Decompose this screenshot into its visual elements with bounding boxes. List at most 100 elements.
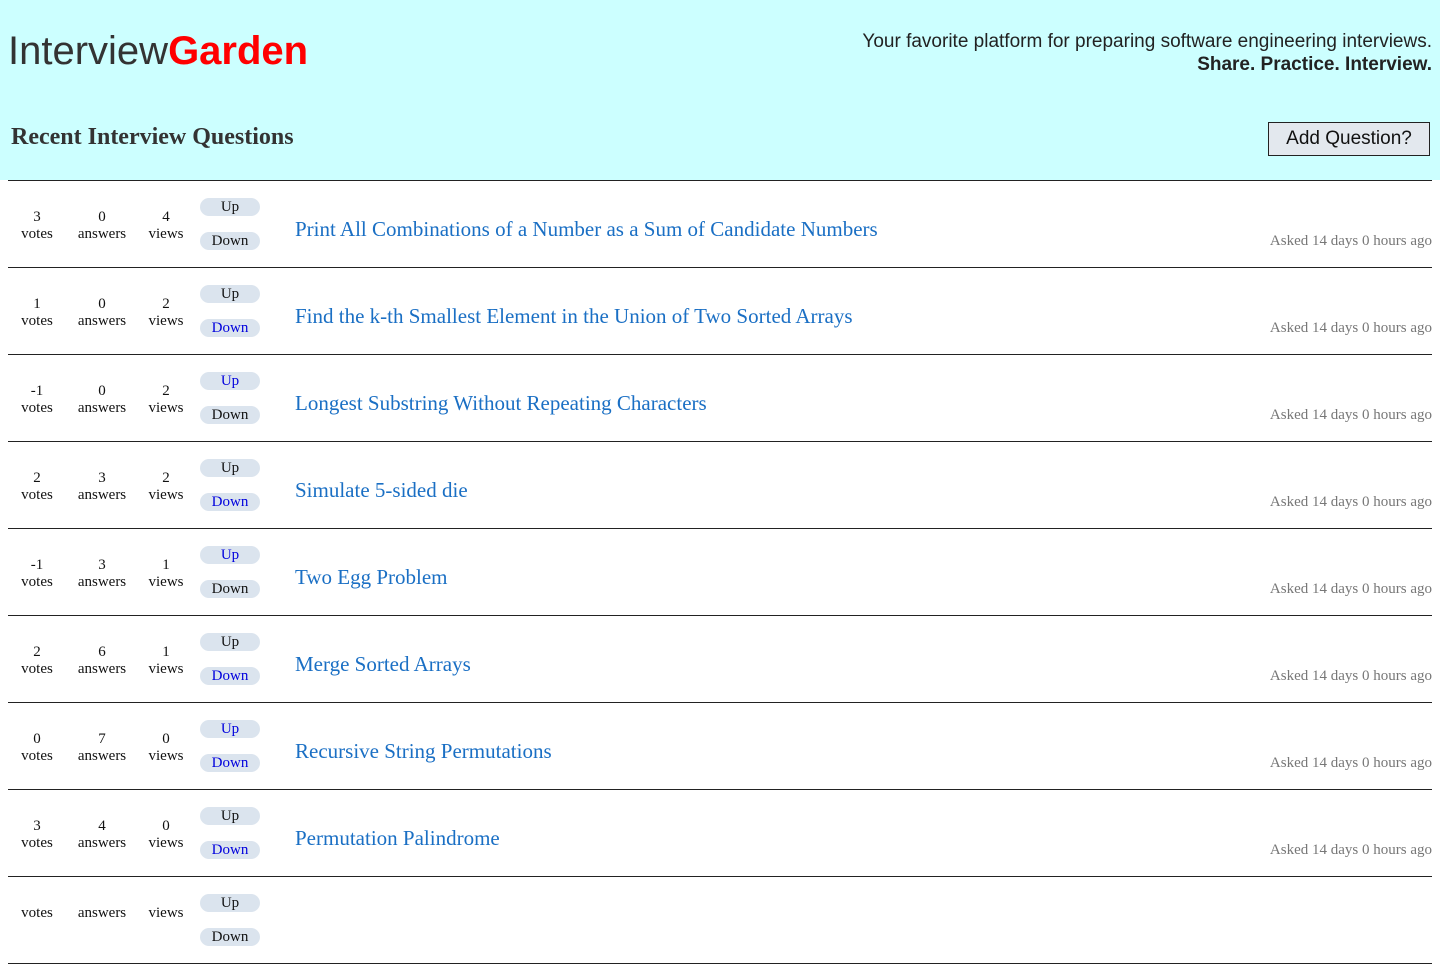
vote-count-label: votes — [21, 226, 53, 242]
view-count-value: 2 — [162, 383, 170, 399]
question-list: 3 votes 0 answers 4 views Up Down Print … — [8, 180, 1432, 964]
answer-count-label: answers — [77, 313, 127, 329]
question-title-link[interactable]: Two Egg Problem — [295, 565, 448, 589]
answer-count-label: answers — [77, 835, 127, 851]
answer-count-value: 4 — [98, 818, 106, 834]
asked-timestamp: Asked 14 days 0 hours ago — [1269, 581, 1432, 597]
question-row: votes answers views Up Down — [8, 877, 1432, 964]
vote-count: -1 votes — [5, 557, 69, 591]
downvote-button[interactable]: Down — [200, 406, 260, 424]
add-question-button[interactable]: Add Question? — [1268, 122, 1430, 156]
asked-timestamp: Asked 14 days 0 hours ago — [1269, 320, 1432, 336]
logo-text-accent: Garden — [168, 29, 309, 73]
view-count-label: views — [148, 835, 184, 851]
view-count-value: 1 — [162, 644, 170, 660]
view-count-value: 0 — [162, 731, 170, 747]
question-title-link[interactable]: Recursive String Permutations — [295, 739, 552, 763]
answer-count: 0 answers — [70, 383, 134, 417]
view-count-value: 2 — [162, 296, 170, 312]
page-title: Recent Interview Questions — [11, 124, 294, 150]
answer-count-label: answers — [77, 905, 127, 921]
view-count: 4 views — [134, 209, 198, 243]
vote-count: 3 votes — [5, 209, 69, 243]
tagline: Your favorite platform for preparing sof… — [862, 30, 1432, 76]
upvote-button[interactable]: Up — [200, 720, 260, 738]
view-count: 2 views — [134, 296, 198, 330]
downvote-button[interactable]: Down — [200, 319, 260, 337]
vote-count-label: votes — [21, 905, 53, 921]
answer-count-label: answers — [77, 574, 127, 590]
asked-timestamp: Asked 14 days 0 hours ago — [1269, 494, 1432, 510]
answer-count-value: 3 — [98, 470, 106, 486]
upvote-button[interactable]: Up — [200, 546, 260, 564]
vote-count: votes — [5, 905, 69, 922]
vote-count-label: votes — [21, 748, 53, 764]
vote-count: 2 votes — [5, 470, 69, 504]
view-count-value: 0 — [162, 818, 170, 834]
answer-count-label: answers — [77, 400, 127, 416]
downvote-button[interactable]: Down — [200, 841, 260, 859]
upvote-button[interactable]: Up — [200, 198, 260, 216]
upvote-button[interactable]: Up — [200, 894, 260, 912]
question-title-link[interactable]: Permutation Palindrome — [295, 826, 500, 850]
question-row: -1 votes 3 answers 1 views Up Down Two E… — [8, 529, 1432, 616]
question-title-link[interactable]: Merge Sorted Arrays — [295, 652, 471, 676]
question-row: 0 votes 7 answers 0 views Up Down Recurs… — [8, 703, 1432, 790]
downvote-button[interactable]: Down — [200, 232, 260, 250]
vote-count: -1 votes — [5, 383, 69, 417]
upvote-button[interactable]: Up — [200, 372, 260, 390]
upvote-button[interactable]: Up — [200, 285, 260, 303]
tagline-motto: Share. Practice. Interview. — [1197, 54, 1432, 75]
view-count: 1 views — [134, 644, 198, 678]
view-count-label: views — [148, 226, 184, 242]
downvote-button[interactable]: Down — [200, 667, 260, 685]
vote-count-value: 1 — [33, 296, 41, 312]
tagline-text: Your favorite platform for preparing sof… — [862, 31, 1432, 52]
vote-count-label: votes — [21, 400, 53, 416]
answer-count-label: answers — [77, 748, 127, 764]
logo-text-plain: Interview — [8, 29, 169, 73]
asked-timestamp: Asked 14 days 0 hours ago — [1269, 407, 1432, 423]
vote-count-value: 3 — [33, 818, 41, 834]
site-logo[interactable]: InterviewGarden — [8, 28, 308, 74]
question-title-link[interactable]: Print All Combinations of a Number as a … — [295, 217, 878, 241]
vote-count-label: votes — [21, 487, 53, 503]
answer-count: 3 answers — [70, 557, 134, 591]
vote-count-label: votes — [21, 313, 53, 329]
downvote-button[interactable]: Down — [200, 754, 260, 772]
answer-count: 3 answers — [70, 470, 134, 504]
answer-count: 0 answers — [70, 209, 134, 243]
answer-count-label: answers — [77, 487, 127, 503]
asked-timestamp: Asked 14 days 0 hours ago — [1269, 233, 1432, 249]
answer-count: 4 answers — [70, 818, 134, 852]
question-title-link[interactable]: Find the k-th Smallest Element in the Un… — [295, 304, 853, 328]
downvote-button[interactable]: Down — [200, 580, 260, 598]
upvote-button[interactable]: Up — [200, 633, 260, 651]
vote-count-value: 0 — [33, 731, 41, 747]
view-count-label: views — [148, 574, 184, 590]
view-count: 0 views — [134, 818, 198, 852]
question-row: 2 votes 3 answers 2 views Up Down Simula… — [8, 442, 1432, 529]
vote-count-label: votes — [21, 661, 53, 677]
upvote-button[interactable]: Up — [200, 459, 260, 477]
view-count-label: views — [148, 487, 184, 503]
vote-count: 3 votes — [5, 818, 69, 852]
vote-count-value: 3 — [33, 209, 41, 225]
view-count: views — [134, 905, 198, 922]
vote-count: 0 votes — [5, 731, 69, 765]
vote-count-value: -1 — [30, 557, 44, 573]
answer-count: answers — [70, 905, 134, 922]
downvote-button[interactable]: Down — [200, 493, 260, 511]
question-title-link[interactable]: Longest Substring Without Repeating Char… — [295, 391, 707, 415]
answer-count-value: 0 — [98, 383, 106, 399]
answer-count-label: answers — [77, 226, 127, 242]
answer-count: 0 answers — [70, 296, 134, 330]
upvote-button[interactable]: Up — [200, 807, 260, 825]
downvote-button[interactable]: Down — [200, 928, 260, 946]
view-count-value: 4 — [162, 209, 170, 225]
vote-count-value: -1 — [30, 383, 44, 399]
vote-count-label: votes — [21, 574, 53, 590]
question-title-link[interactable]: Simulate 5-sided die — [295, 478, 468, 502]
view-count: 2 views — [134, 383, 198, 417]
vote-count-value: 2 — [33, 644, 41, 660]
